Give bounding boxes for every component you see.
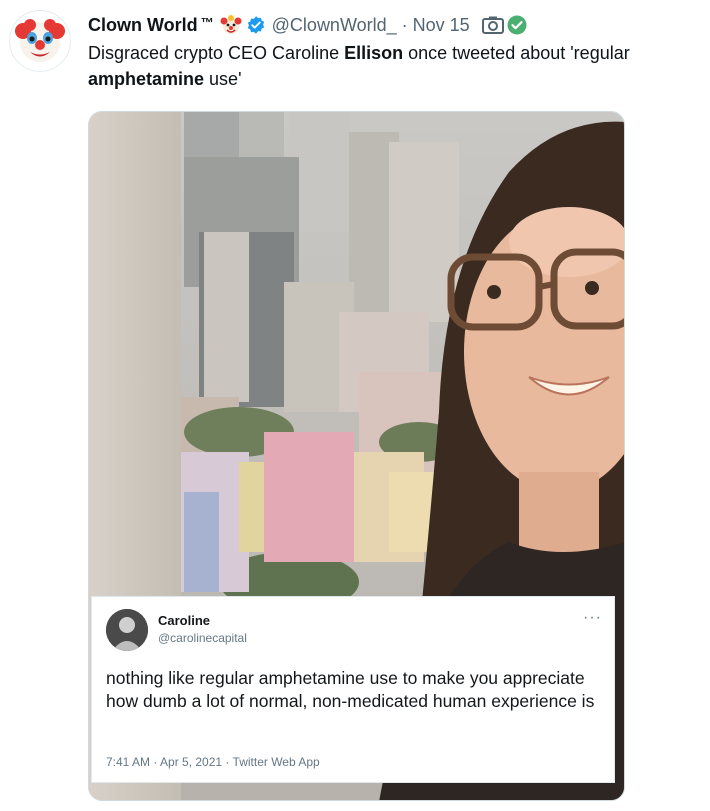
more-options-icon: ··· [583,609,602,626]
tweet-text-part: Disgraced crypto CEO Caroline [88,43,345,63]
verified-badge-icon [247,16,264,34]
clown-emoji-icon [220,15,242,34]
camera-icon [481,16,504,34]
profile-avatar[interactable] [9,10,71,72]
embedded-handle: @carolinecapital [158,631,247,645]
tweet-text-part: once tweeted about 'regular [403,43,630,63]
display-name[interactable]: Clown World [88,15,198,36]
clown-face-icon [15,19,65,62]
trademark-symbol: ™ [200,14,214,30]
person-avatar-icon [106,609,148,651]
tweet-text: Disgraced crypto CEO Caroline Ellison on… [88,40,700,92]
separator-dot: · [401,14,408,35]
tweet-text-bold: Ellison [344,43,404,63]
tweet-text-part: use' [204,69,242,89]
embedded-name: Caroline [158,613,211,628]
check-circle-icon [507,15,527,35]
tweet-media-image[interactable]: Caroline @carolinecapital ··· nothing li… [88,111,625,801]
embedded-tweet-text: nothing like regular amphetamine use to … [106,668,595,711]
user-handle[interactable]: @ClownWorld_ [272,15,397,36]
tweet-text-bold: amphetamine [88,69,205,89]
embedded-tweet-card: Caroline @carolinecapital ··· nothing li… [91,596,615,783]
embedded-tweet-meta: 7:41 AM · Apr 5, 2021 · Twitter Web App [106,755,320,769]
tweet-date[interactable]: Nov 15 [413,15,470,36]
tweet-header: Clown World ™ @ClownWorld_ · Nov 15 [88,13,700,37]
embedded-avatar [106,609,148,651]
